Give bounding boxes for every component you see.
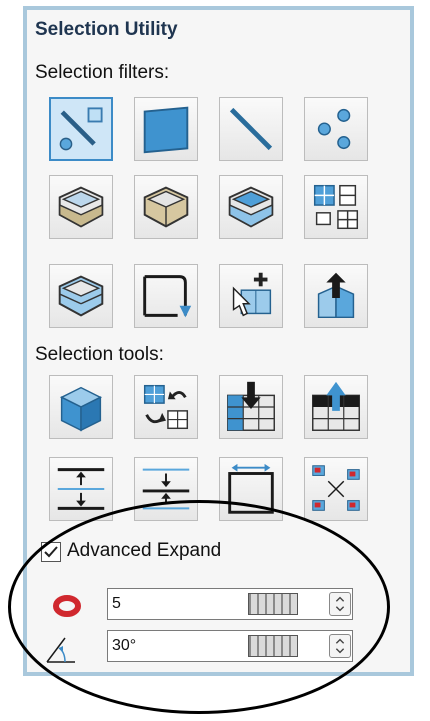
loop-field-row (35, 586, 395, 626)
filter-side-face-button[interactable] (134, 175, 198, 239)
filter-select-all-button[interactable] (49, 97, 113, 161)
angle-field-row (35, 628, 395, 668)
advanced-expand-checkbox[interactable] (41, 542, 61, 562)
filter-sketch-button[interactable] (134, 264, 198, 328)
advanced-expand-label: Advanced Expand (67, 540, 222, 561)
angle-spinner[interactable] (329, 634, 351, 658)
extrude-feature-icon (317, 272, 355, 319)
tools-label: Selection tools: (35, 344, 164, 365)
loop-count-spinner[interactable] (329, 592, 351, 616)
select-all-icon (59, 107, 103, 151)
add-selection-icon (232, 272, 272, 317)
checkmark-icon (44, 546, 58, 558)
expand-up-icon (312, 381, 360, 431)
tool-expand-both-button[interactable] (49, 457, 113, 521)
tool-select-boundary-button[interactable] (219, 457, 283, 521)
select-body-icon (60, 386, 102, 432)
filters-label: Selection filters: (35, 62, 170, 83)
body-bottom-face-icon (58, 186, 104, 228)
body-all-faces-icon (58, 275, 104, 317)
loop-icon (53, 595, 81, 617)
expand-down-icon (227, 381, 275, 431)
grid-filter-icon (313, 184, 359, 230)
panel-title: Selection Utility (35, 19, 178, 40)
tool-expand-up-button[interactable] (304, 375, 368, 439)
select-boundary-icon (228, 463, 274, 514)
angle-slider[interactable] (248, 635, 298, 657)
up-down-arrows-icon (335, 596, 345, 612)
selection-utility-panel: Selection Utility Selection filters: Sel… (23, 6, 414, 676)
filter-add-selection-button[interactable] (219, 264, 283, 328)
up-down-arrows-icon (335, 638, 345, 654)
expand-both-icon (57, 468, 105, 510)
loop-count-input[interactable] (107, 588, 353, 620)
angle-input[interactable] (107, 630, 353, 662)
tool-expand-down-button[interactable] (219, 375, 283, 439)
filter-top-face-button[interactable] (219, 175, 283, 239)
scatter-select-icon (312, 465, 360, 511)
filter-vertex-button[interactable] (304, 97, 368, 161)
filter-grid-button[interactable] (304, 175, 368, 239)
loop-count-slider[interactable] (248, 593, 298, 615)
tool-swap-selection-button[interactable] (134, 375, 198, 439)
filter-bottom-face-button[interactable] (49, 175, 113, 239)
contract-icon (142, 468, 190, 510)
filter-edge-button[interactable] (219, 97, 283, 161)
filter-face-button[interactable] (134, 97, 198, 161)
filter-extrude-feature-button[interactable] (304, 264, 368, 328)
swap-selection-icon (143, 384, 189, 430)
body-side-face-icon (143, 186, 189, 228)
tool-scatter-select-button[interactable] (304, 457, 368, 521)
vertex-filter-icon (317, 108, 351, 150)
sketch-filter-icon (143, 275, 192, 318)
angle-icon (46, 637, 75, 663)
face-filter-icon (143, 106, 189, 154)
filter-all-faces-button[interactable] (49, 264, 113, 328)
body-top-face-icon (228, 186, 274, 228)
tool-select-body-button[interactable] (49, 375, 113, 439)
edge-filter-icon (229, 107, 273, 151)
tool-contract-button[interactable] (134, 457, 198, 521)
